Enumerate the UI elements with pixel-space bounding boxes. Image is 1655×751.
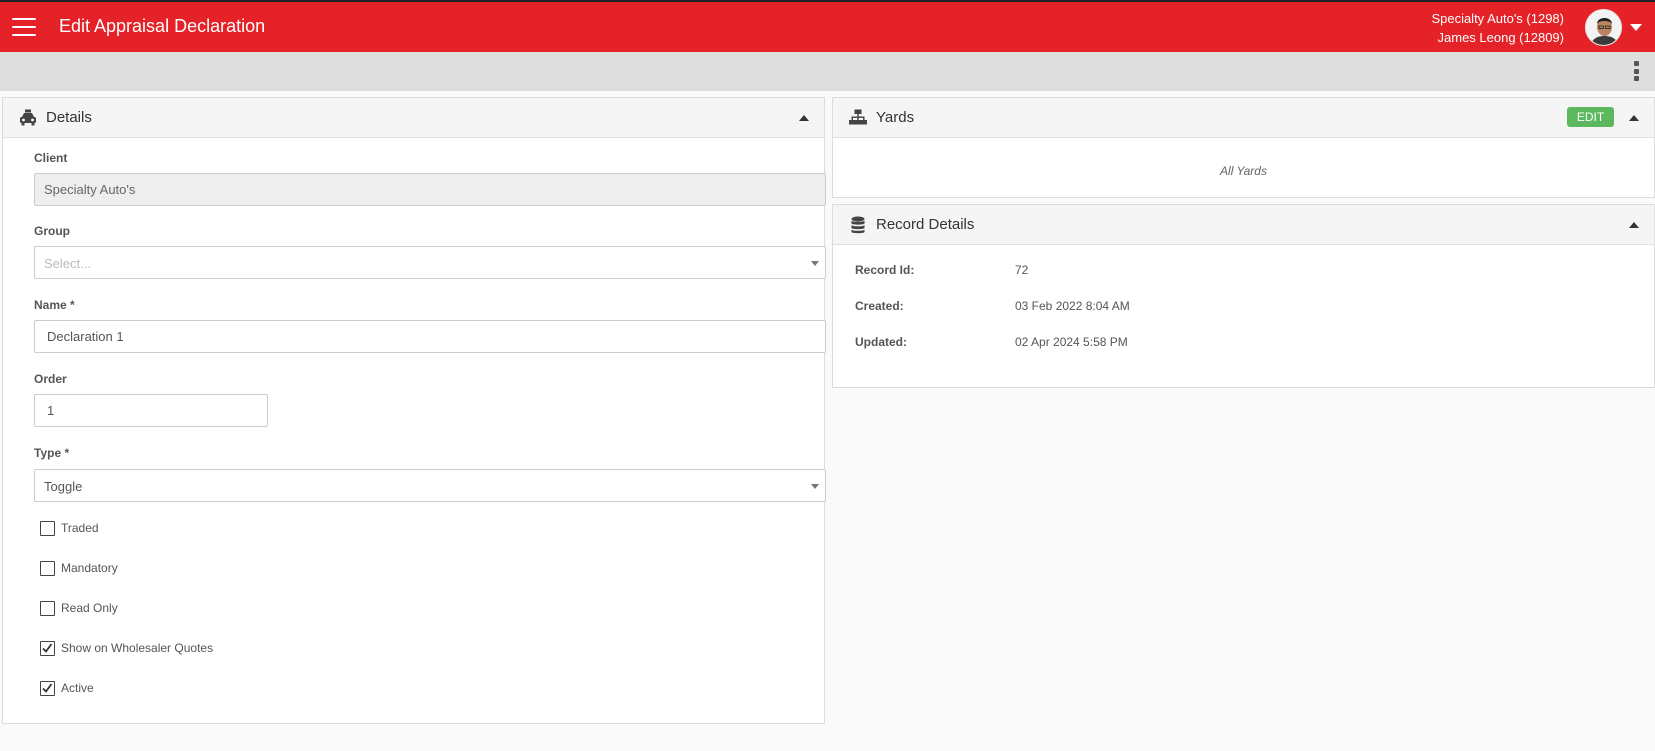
chevron-down-icon	[811, 261, 819, 266]
active-checkbox-row[interactable]: Active	[40, 680, 94, 696]
read-only-checkbox-row[interactable]: Read Only	[40, 600, 118, 616]
checkmark-icon	[42, 682, 53, 693]
details-panel: Details Client Group Select... Name * Or…	[2, 97, 826, 724]
client-label: Client	[34, 151, 68, 165]
created-value: 03 Feb 2022 8:04 AM	[1015, 299, 1130, 313]
hamburger-menu-icon[interactable]	[12, 18, 36, 36]
order-label: Order	[34, 372, 67, 386]
show-on-wholesaler-quotes-checkbox-row[interactable]: Show on Wholesaler Quotes	[40, 640, 213, 656]
order-field[interactable]	[34, 394, 268, 427]
details-panel-header: Details	[3, 98, 824, 138]
user-name: James Leong (12809)	[1437, 30, 1564, 45]
show-on-wholesaler-quotes-label: Show on Wholesaler Quotes	[61, 641, 214, 655]
group-placeholder: Select...	[44, 256, 91, 271]
record-id-label: Record Id:	[855, 263, 915, 277]
toolbar	[0, 52, 1655, 91]
details-title: Details	[46, 109, 92, 126]
collapse-caret-up-icon[interactable]	[799, 115, 809, 121]
record-details-panel-header: Record Details	[833, 205, 1654, 245]
created-label: Created:	[855, 299, 904, 313]
client-field	[34, 173, 826, 206]
user-avatar-icon	[1586, 10, 1621, 45]
yards-panel-header: Yards EDIT	[833, 98, 1654, 138]
user-info[interactable]: Specialty Auto's (1298) James Leong (128…	[1431, 9, 1564, 47]
edit-yards-button[interactable]: EDIT	[1567, 107, 1614, 127]
group-select[interactable]: Select...	[34, 246, 826, 279]
top-app-bar: Edit Appraisal Declaration Specialty Aut…	[0, 0, 1655, 52]
sitemap-icon	[849, 109, 867, 125]
yards-content: All Yards	[1220, 164, 1267, 178]
type-selected-value: Toggle	[44, 479, 83, 494]
group-label: Group	[34, 224, 70, 238]
chevron-down-icon	[811, 484, 819, 489]
type-label: Type *	[34, 446, 70, 460]
traded-checkbox-row[interactable]: Traded	[40, 520, 99, 536]
avatar[interactable]	[1585, 9, 1622, 46]
traded-label: Traded	[61, 521, 99, 535]
updated-label: Updated:	[855, 335, 907, 349]
name-field[interactable]	[34, 320, 826, 353]
mandatory-checkbox[interactable]	[40, 560, 55, 576]
database-icon	[851, 216, 865, 234]
user-menu-chevron-down-icon[interactable]	[1630, 24, 1642, 31]
show-on-wholesaler-quotes-checkbox[interactable]	[40, 640, 55, 656]
collapse-caret-up-icon[interactable]	[1629, 222, 1639, 228]
updated-value: 02 Apr 2024 5:58 PM	[1015, 335, 1128, 349]
yards-panel: Yards EDIT All Yards	[832, 97, 1655, 198]
active-label: Active	[61, 681, 94, 695]
mandatory-checkbox-row[interactable]: Mandatory	[40, 560, 118, 576]
active-checkbox[interactable]	[40, 680, 55, 696]
record-details-panel: Record Details Record Id: 72 Created: 03…	[832, 204, 1655, 388]
read-only-label: Read Only	[61, 601, 118, 615]
name-label: Name *	[34, 298, 75, 312]
record-details-title: Record Details	[876, 216, 975, 233]
record-id-value: 72	[1015, 263, 1029, 277]
traded-checkbox[interactable]	[40, 520, 55, 536]
read-only-checkbox[interactable]	[40, 600, 55, 616]
type-select[interactable]: Toggle	[34, 469, 826, 502]
page-title: Edit Appraisal Declaration	[59, 16, 266, 36]
company-name: Specialty Auto's (1298)	[1431, 11, 1564, 26]
checkmark-icon	[42, 642, 53, 653]
collapse-caret-up-icon[interactable]	[1629, 115, 1639, 121]
car-icon	[20, 109, 36, 126]
mandatory-label: Mandatory	[61, 561, 118, 575]
more-vertical-icon[interactable]	[1632, 59, 1640, 83]
yards-title: Yards	[876, 109, 915, 126]
